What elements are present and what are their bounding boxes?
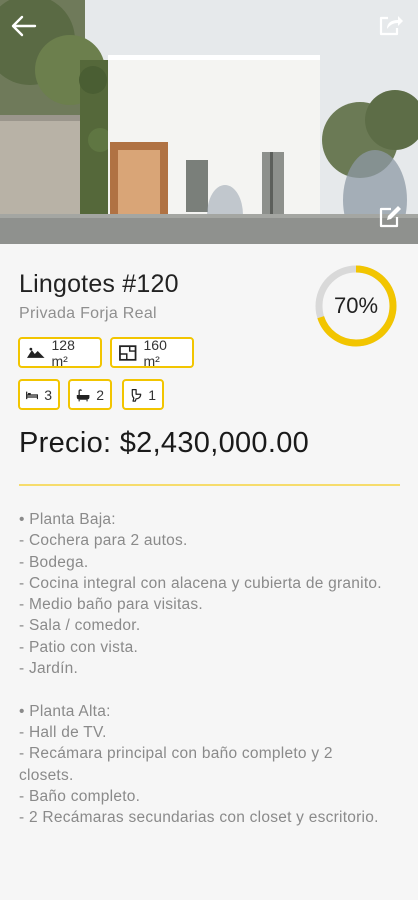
- half-baths-chip: 1: [122, 379, 164, 410]
- arrow-left-icon: [11, 15, 37, 37]
- progress-label: 70%: [333, 293, 379, 318]
- property-details: Lingotes #120 Privada Forja Real 70% 128…: [0, 244, 418, 900]
- built-area-value: 160 m²: [143, 336, 167, 369]
- edit-icon: [379, 206, 401, 228]
- bed-icon: [26, 391, 39, 399]
- property-title: Lingotes #120: [19, 270, 179, 298]
- half-baths-value: 1: [148, 386, 156, 403]
- property-photo: [0, 0, 418, 244]
- built-area-chip: 160 m²: [110, 336, 194, 369]
- property-subtitle: Privada Forja Real: [19, 305, 157, 322]
- terrain-icon: [26, 347, 45, 358]
- progress-ring: 70%: [314, 264, 398, 348]
- property-price: Precio: $2,430,000.00: [19, 427, 310, 459]
- bedrooms-chip: 3: [18, 379, 60, 410]
- divider: [19, 484, 400, 486]
- house-render: [0, 0, 418, 244]
- floor-plan-icon: [119, 344, 137, 361]
- bathrooms-chip: 2: [68, 379, 112, 410]
- land-area-chip: 128 m²: [18, 336, 102, 369]
- back-button[interactable]: [6, 8, 42, 44]
- land-area-value: 128 m²: [51, 336, 75, 369]
- property-description: • Planta Baja: - Cochera para 2 autos. -…: [19, 511, 382, 827]
- bathtub-icon: [76, 388, 90, 401]
- bedrooms-value: 3: [44, 386, 52, 403]
- toilet-icon: [131, 388, 142, 402]
- bathrooms-value: 2: [96, 386, 104, 403]
- share-button[interactable]: [374, 8, 408, 42]
- edit-button[interactable]: [374, 200, 408, 234]
- share-icon: [379, 16, 403, 36]
